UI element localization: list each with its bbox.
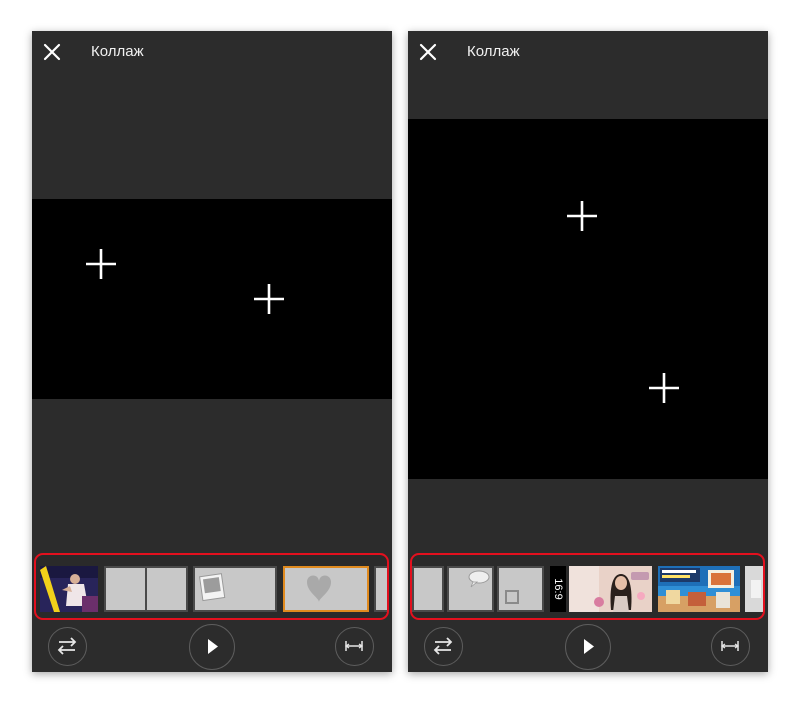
layout-thumbnail-partial[interactable] <box>412 566 444 612</box>
spacing-button[interactable] <box>711 627 750 666</box>
top-bar: Коллаж <box>408 31 768 75</box>
photo-thumbnail[interactable] <box>569 566 652 612</box>
swap-button[interactable] <box>424 627 463 666</box>
swap-button[interactable] <box>48 627 87 666</box>
collage-canvas[interactable] <box>408 119 768 479</box>
spacing-icon <box>344 641 364 651</box>
layout-thumbnail-partial[interactable] <box>374 566 387 612</box>
photo-thumbnail[interactable] <box>658 566 740 612</box>
aspect-ratio-label: 16:9 <box>552 578 564 600</box>
swap-arrows-icon <box>433 637 453 655</box>
layout-thumbnail-polaroid[interactable] <box>193 566 277 612</box>
collage-canvas[interactable] <box>32 199 392 399</box>
spacing-icon <box>720 641 740 651</box>
swap-arrows-icon <box>57 637 77 655</box>
play-icon <box>208 639 218 654</box>
page-title: Коллаж <box>467 43 520 60</box>
close-icon[interactable] <box>41 41 63 63</box>
plus-icon[interactable] <box>252 282 286 316</box>
top-bar: Коллаж <box>32 31 392 75</box>
plus-icon[interactable] <box>565 199 599 233</box>
photo-thumbnail[interactable] <box>40 566 98 612</box>
layout-thumbnail-speech-bubble[interactable] <box>447 566 494 612</box>
plus-icon[interactable] <box>647 371 681 405</box>
photo-thumbnail-partial[interactable] <box>745 566 763 612</box>
play-icon <box>584 639 594 654</box>
layout-strip[interactable]: 16:9 <box>410 553 765 620</box>
layout-thumbnail-two-columns[interactable] <box>104 566 188 612</box>
close-icon[interactable] <box>417 41 439 63</box>
page-title: Коллаж <box>91 43 144 60</box>
layout-thumbnail-inset-square[interactable] <box>497 566 544 612</box>
aspect-ratio-tab[interactable]: 16:9 <box>550 566 566 612</box>
layout-strip[interactable] <box>34 553 389 620</box>
play-button[interactable] <box>565 624 611 670</box>
collage-screen-right: Коллаж 16:9 <box>408 31 768 672</box>
collage-screen-left: Коллаж <box>32 31 392 672</box>
plus-icon[interactable] <box>84 247 118 281</box>
layout-thumbnail-heart[interactable] <box>283 566 369 612</box>
play-button[interactable] <box>189 624 235 670</box>
spacing-button[interactable] <box>335 627 374 666</box>
